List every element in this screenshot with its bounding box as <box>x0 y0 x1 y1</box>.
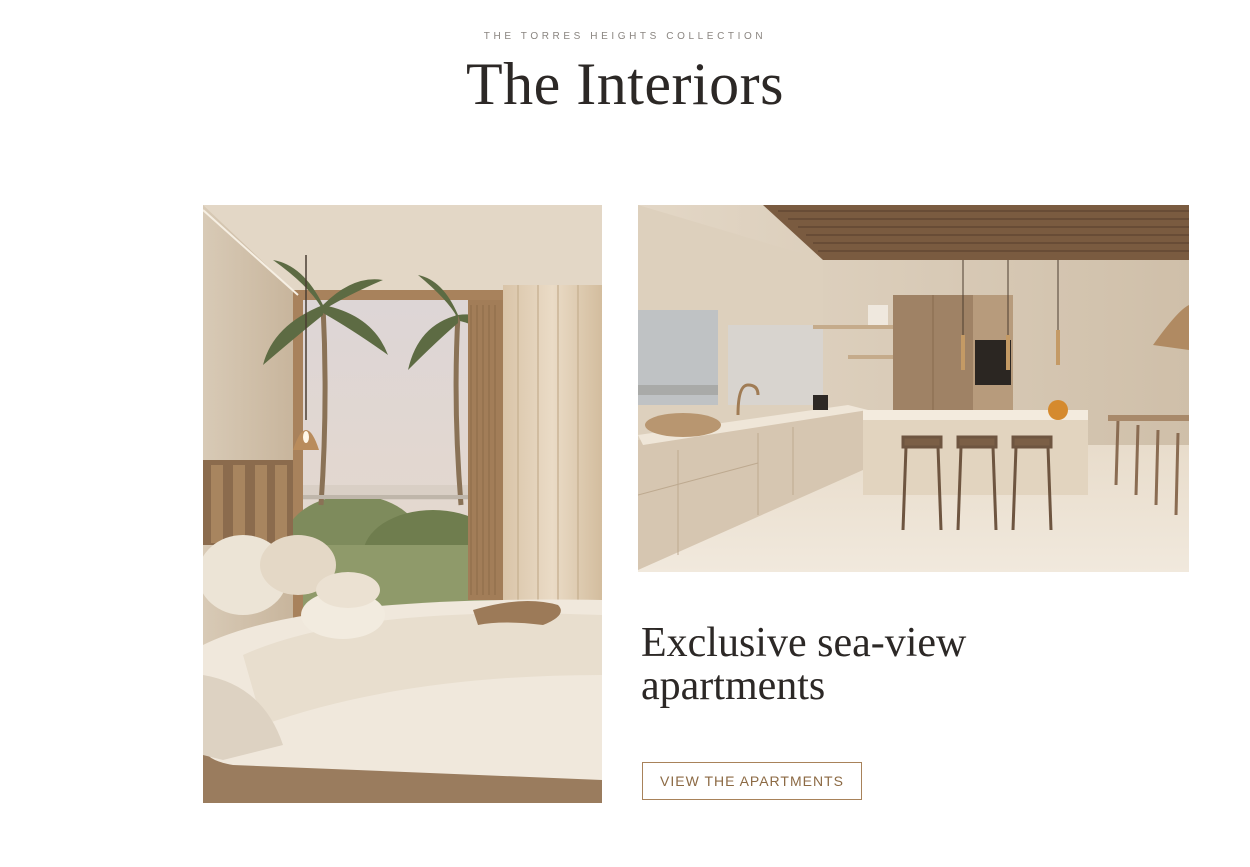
view-apartments-button[interactable]: VIEW THE APARTMENTS <box>642 762 862 800</box>
section-title: The Interiors <box>465 51 785 117</box>
feature-headline-line1: Exclusive sea-view <box>641 620 967 666</box>
feature-headline-line2: apartments <box>641 663 826 709</box>
bedroom-image <box>203 205 602 803</box>
kitchen-image <box>638 205 1189 572</box>
feature-headline: Exclusive sea-view apartments <box>641 622 1141 708</box>
section-eyebrow: THE TORRES HEIGHTS COLLECTION <box>483 31 767 42</box>
